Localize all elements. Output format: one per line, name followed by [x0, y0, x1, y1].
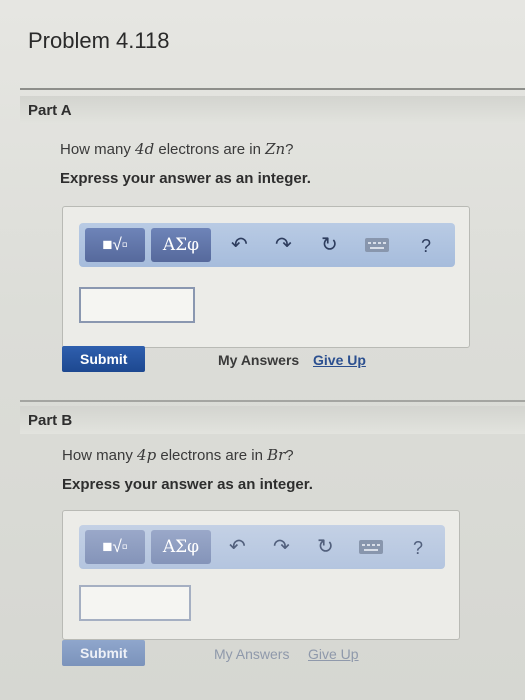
keyboard-icon[interactable]	[359, 540, 383, 554]
part-b-header[interactable]	[20, 406, 525, 434]
part-a-my-answers-link[interactable]: My Answers	[218, 352, 299, 368]
part-b-give-up-link[interactable]: Give Up	[308, 646, 359, 662]
part-a-label[interactable]: Part A	[28, 102, 72, 119]
part-a-element: Zn	[265, 140, 286, 158]
part-b-instruction: Express your answer as an integer.	[62, 476, 313, 493]
part-b-question: How many 4p electrons are in Br?	[62, 446, 294, 464]
part-b-submit-button[interactable]: Submit	[62, 640, 146, 666]
part-a-orbital: 4d	[135, 140, 155, 158]
part-b-element: Br	[267, 446, 286, 464]
part-b-answer-area: ■√▫ ΑΣφ ↶ ↷ ↻ ?	[62, 510, 460, 640]
part-a-answer-area: ■√▫ ΑΣφ ↶ ↷ ↻ ?	[62, 206, 470, 348]
help-icon[interactable]: ?	[413, 538, 423, 558]
part-a-header[interactable]	[20, 96, 525, 124]
redo-icon[interactable]: ↷	[275, 235, 292, 255]
part-a-question: How many 4d electrons are in Zn?	[60, 140, 294, 158]
templates-button[interactable]: ■√▫	[85, 228, 145, 262]
part-b-my-answers-link[interactable]: My Answers	[214, 646, 289, 662]
help-icon[interactable]: ?	[421, 236, 431, 256]
title-divider	[20, 88, 525, 90]
part-b-math-toolbar: ■√▫ ΑΣφ ↶ ↷ ↻ ?	[79, 525, 445, 569]
problem-title: Problem 4.118	[28, 28, 170, 53]
part-b-label[interactable]: Part B	[28, 412, 72, 429]
part-a-instruction: Express your answer as an integer.	[60, 170, 311, 187]
symbols-button[interactable]: ΑΣφ	[151, 228, 211, 262]
undo-icon[interactable]: ↶	[231, 235, 248, 255]
part-divider	[20, 400, 525, 402]
undo-icon[interactable]: ↶	[229, 537, 246, 557]
part-b-answer-input[interactable]	[79, 585, 191, 621]
part-a-submit-button[interactable]: Submit	[62, 346, 146, 372]
reset-icon[interactable]: ↻	[321, 235, 338, 255]
keyboard-icon[interactable]	[365, 238, 389, 252]
part-b-orbital: 4p	[137, 446, 157, 464]
symbols-button[interactable]: ΑΣφ	[151, 530, 211, 564]
part-a-math-toolbar: ■√▫ ΑΣφ ↶ ↷ ↻ ?	[79, 223, 455, 267]
problem-page: Problem 4.118 Part A How many 4d electro…	[0, 0, 525, 700]
part-a-give-up-link[interactable]: Give Up	[313, 352, 366, 368]
templates-button[interactable]: ■√▫	[85, 530, 145, 564]
redo-icon[interactable]: ↷	[273, 537, 290, 557]
reset-icon[interactable]: ↻	[317, 537, 334, 557]
part-a-answer-input[interactable]	[79, 287, 195, 323]
